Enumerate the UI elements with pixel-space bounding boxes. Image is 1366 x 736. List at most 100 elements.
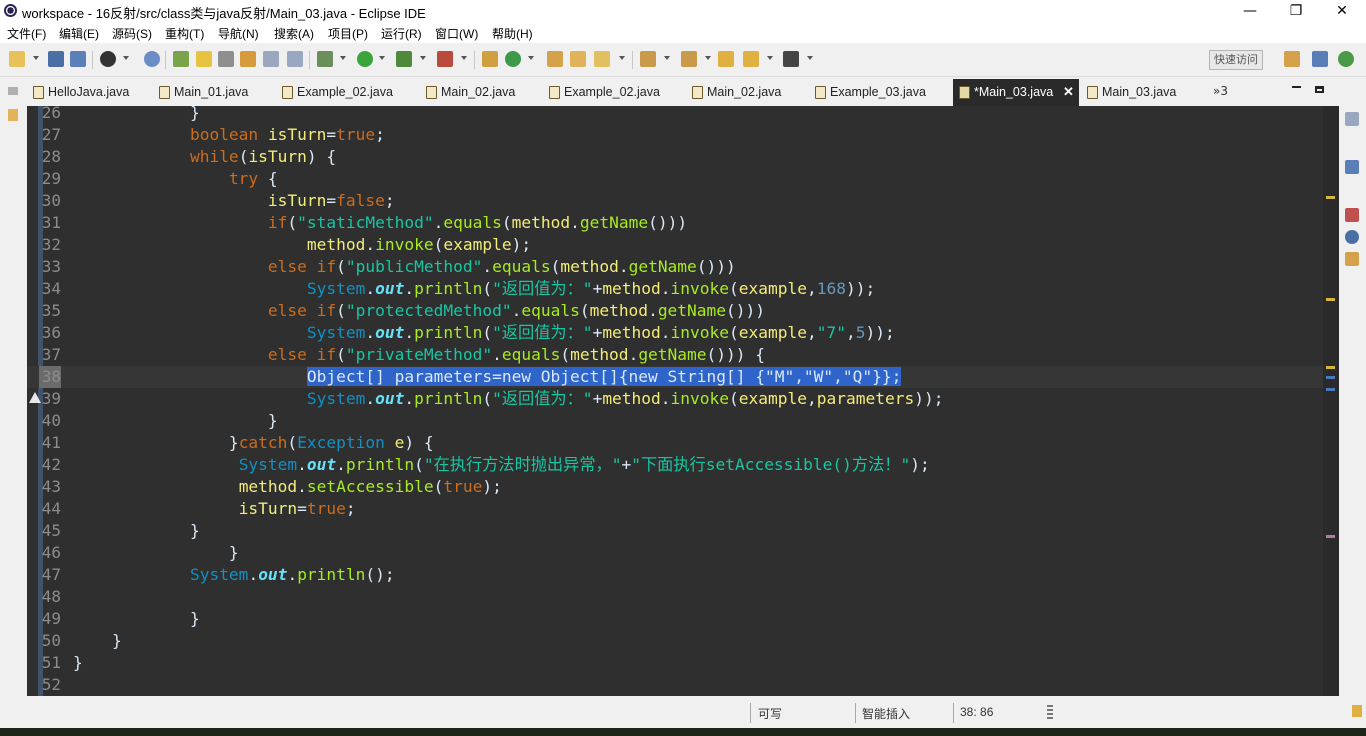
maximize-editor-icon[interactable]: [1315, 86, 1324, 93]
code-line[interactable]: 34 System.out.println("返回值为："+method.inv…: [27, 278, 1323, 300]
new-icon[interactable]: [9, 51, 25, 67]
code-text[interactable]: System.out.println("返回值为："+method.invoke…: [73, 322, 895, 344]
code-text[interactable]: else if("publicMethod".equals(method.get…: [73, 256, 736, 278]
code-text[interactable]: }: [73, 106, 200, 124]
new-java-project-icon[interactable]: [482, 51, 498, 67]
code-text[interactable]: }: [73, 542, 239, 564]
debug-perspective-icon[interactable]: [100, 51, 116, 67]
code-text[interactable]: }: [73, 630, 122, 652]
tip-icon[interactable]: [1352, 705, 1362, 717]
overview-marker[interactable]: [1326, 535, 1335, 538]
code-text[interactable]: isTurn=false;: [73, 190, 395, 212]
chevron-down-icon[interactable]: [461, 56, 467, 60]
code-text[interactable]: method.invoke(example);: [73, 234, 531, 256]
menu-refactor[interactable]: 重构(T): [165, 25, 204, 42]
toggle-mark-icon[interactable]: [173, 51, 189, 67]
restore-view-icon[interactable]: [8, 87, 18, 95]
code-line[interactable]: 35 else if("protectedMethod".equals(meth…: [27, 300, 1323, 322]
overview-marker[interactable]: [1326, 298, 1335, 301]
code-editor[interactable]: 26 } 27 boolean isTurn=true; 28 while(isTu…: [27, 106, 1339, 696]
breadcrumb-icon[interactable]: [240, 51, 256, 67]
close-button[interactable]: ✕: [1319, 0, 1365, 22]
save-all-icon[interactable]: [70, 51, 86, 67]
tab-main02-b[interactable]: Main_02.java: [686, 79, 807, 106]
code-line[interactable]: 46 }: [27, 542, 1323, 564]
code-line[interactable]: 52: [27, 674, 1323, 696]
code-text[interactable]: System.out.println("返回值为："+method.invoke…: [73, 388, 944, 410]
menu-source[interactable]: 源码(S): [112, 25, 152, 42]
code-line[interactable]: 41 }catch(Exception e) {: [27, 432, 1323, 454]
tab-main02[interactable]: Main_02.java: [420, 79, 541, 106]
code-text[interactable]: }: [73, 410, 278, 432]
menu-window[interactable]: 窗口(W): [435, 25, 478, 42]
code-text[interactable]: }: [73, 520, 200, 542]
next-edit-icon[interactable]: [640, 51, 656, 67]
run-icon[interactable]: [357, 51, 373, 67]
code-line[interactable]: 48: [27, 586, 1323, 608]
code-text[interactable]: isTurn=true;: [73, 498, 356, 520]
code-text[interactable]: System.out.println("返回值为："+method.invoke…: [73, 278, 875, 300]
minimize-button[interactable]: —: [1227, 0, 1273, 22]
warning-icon[interactable]: [29, 392, 41, 403]
skip-breakpoints-icon[interactable]: [144, 51, 160, 67]
open-perspective-icon[interactable]: [1284, 51, 1300, 67]
code-text[interactable]: System.out.println("在执行方法时抛出异常，"+"下面执行se…: [73, 454, 930, 476]
chevron-down-icon[interactable]: [664, 56, 670, 60]
code-line[interactable]: 31 if("staticMethod".equals(method.getNa…: [27, 212, 1323, 234]
highlight-icon[interactable]: [196, 51, 212, 67]
tab-overflow-button[interactable]: »3: [1213, 84, 1228, 98]
menu-help[interactable]: 帮助(H): [492, 25, 533, 42]
code-line[interactable]: 39 System.out.println("返回值为："+method.inv…: [27, 388, 1323, 410]
code-text[interactable]: method.setAccessible(true);: [73, 476, 502, 498]
back-arrow-icon[interactable]: [743, 51, 759, 67]
code-line[interactable]: 50 }: [27, 630, 1323, 652]
chevron-down-icon[interactable]: [619, 56, 625, 60]
code-line[interactable]: 32 method.invoke(example);: [27, 234, 1323, 256]
code-line[interactable]: 27 boolean isTurn=true;: [27, 124, 1323, 146]
code-line[interactable]: 28 while(isTurn) {: [27, 146, 1323, 168]
tab-hellojava[interactable]: HelloJava.java: [27, 79, 151, 106]
menu-run[interactable]: 运行(R): [381, 25, 422, 42]
restore-button[interactable]: ❐: [1273, 0, 1319, 22]
code-text[interactable]: boolean isTurn=true;: [73, 124, 385, 146]
tab-main03[interactable]: Main_03.java: [1081, 79, 1205, 106]
tab-close-icon[interactable]: ✕: [1063, 84, 1074, 100]
code-text[interactable]: try {: [73, 168, 278, 190]
previous-edit-icon[interactable]: [681, 51, 697, 67]
search-icon[interactable]: [594, 51, 610, 67]
overview-marker[interactable]: [1326, 366, 1335, 369]
cursor-position[interactable]: 38: 86: [960, 705, 993, 719]
overview-marker[interactable]: [1326, 376, 1335, 379]
code-line[interactable]: 47 System.out.println();: [27, 564, 1323, 586]
code-line[interactable]: 43 method.setAccessible(true);: [27, 476, 1323, 498]
code-line[interactable]: 36 System.out.println("返回值为："+method.inv…: [27, 322, 1323, 344]
code-text[interactable]: if("staticMethod".equals(method.getName(…: [73, 212, 687, 234]
code-line[interactable]: 42 System.out.println("在执行方法时抛出异常，"+"下面执…: [27, 454, 1323, 476]
tab-main01[interactable]: Main_01.java: [153, 79, 274, 106]
whitespace-icon[interactable]: [287, 51, 303, 67]
code-line[interactable]: 38 Object[] parameters=new Object[]{new …: [27, 366, 1323, 388]
forward-arrow-icon[interactable]: [783, 51, 799, 67]
minimize-editor-icon[interactable]: [1292, 86, 1301, 88]
tab-main03-active[interactable]: *Main_03.java ✕: [953, 79, 1079, 106]
code-line[interactable]: 51}: [27, 652, 1323, 674]
code-line[interactable]: 33 else if("publicMethod".equals(method.…: [27, 256, 1323, 278]
code-line[interactable]: 45 }: [27, 520, 1323, 542]
menu-edit[interactable]: 编辑(E): [59, 25, 99, 42]
code-text[interactable]: else if("protectedMethod".equals(method.…: [73, 300, 765, 322]
quick-access-input[interactable]: 快速访问: [1209, 50, 1263, 70]
external-tools-icon[interactable]: [437, 51, 453, 67]
code-text[interactable]: }catch(Exception e) {: [73, 432, 434, 454]
code-line[interactable]: 30 isTurn=false;: [27, 190, 1323, 212]
menu-project[interactable]: 项目(P): [328, 25, 368, 42]
package-explorer-icon[interactable]: [8, 109, 18, 121]
code-text[interactable]: System.out.println();: [73, 564, 395, 586]
chevron-down-icon[interactable]: [528, 56, 534, 60]
javadoc-icon[interactable]: [1345, 230, 1359, 244]
drag-handle-icon[interactable]: [1047, 705, 1053, 721]
code-text[interactable]: Object[] parameters=new Object[]{new Str…: [73, 366, 902, 388]
code-text[interactable]: }: [73, 652, 83, 674]
chevron-down-icon[interactable]: [340, 56, 346, 60]
next-annotation-icon[interactable]: [317, 51, 333, 67]
new-class-icon[interactable]: [505, 51, 521, 67]
